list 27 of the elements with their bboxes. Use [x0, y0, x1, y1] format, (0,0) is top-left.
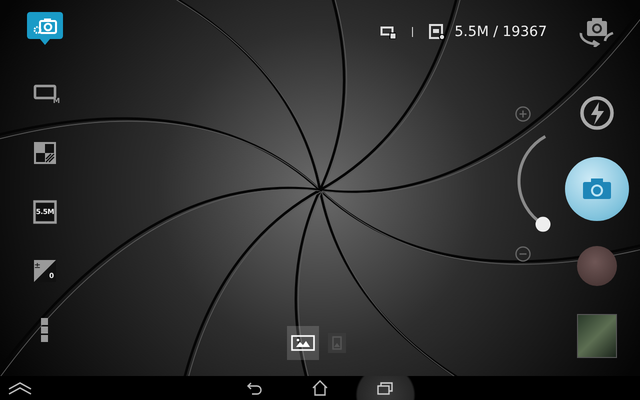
- photo-thumbnail[interactable]: [577, 314, 617, 358]
- plus-icon: [515, 106, 531, 122]
- more-icon: [41, 318, 49, 342]
- picture-count: 5.5M / 19367: [454, 24, 547, 40]
- zoom-out-button[interactable]: [515, 246, 531, 262]
- exposure-square-icon: [33, 259, 57, 284]
- flash-icon: [578, 94, 616, 132]
- landscape-icon: [291, 335, 315, 351]
- back-icon: [247, 381, 263, 395]
- flash-button[interactable]: [578, 94, 616, 132]
- storage-frame-icon: [428, 24, 444, 40]
- photo-mode-button[interactable]: [287, 326, 319, 360]
- slider-thumb[interactable]: [536, 216, 550, 232]
- pointer-tip: [40, 39, 50, 46]
- minus-icon: [515, 246, 531, 262]
- chevron-up-icon: [7, 381, 33, 395]
- camera-gear-icon: [33, 16, 57, 35]
- portrait-picture-icon: [327, 332, 347, 354]
- film-card-icon: [380, 26, 396, 38]
- recent-apps-button[interactable]: [352, 376, 418, 400]
- split-square-icon: [33, 140, 57, 165]
- camera-icon: [582, 178, 612, 200]
- zoom-in-button[interactable]: [515, 106, 531, 122]
- camera-settings-button[interactable]: [27, 12, 63, 40]
- home-icon: [312, 380, 328, 396]
- recent-apps-icon: [377, 381, 393, 395]
- resolution-frame-icon: [33, 200, 57, 224]
